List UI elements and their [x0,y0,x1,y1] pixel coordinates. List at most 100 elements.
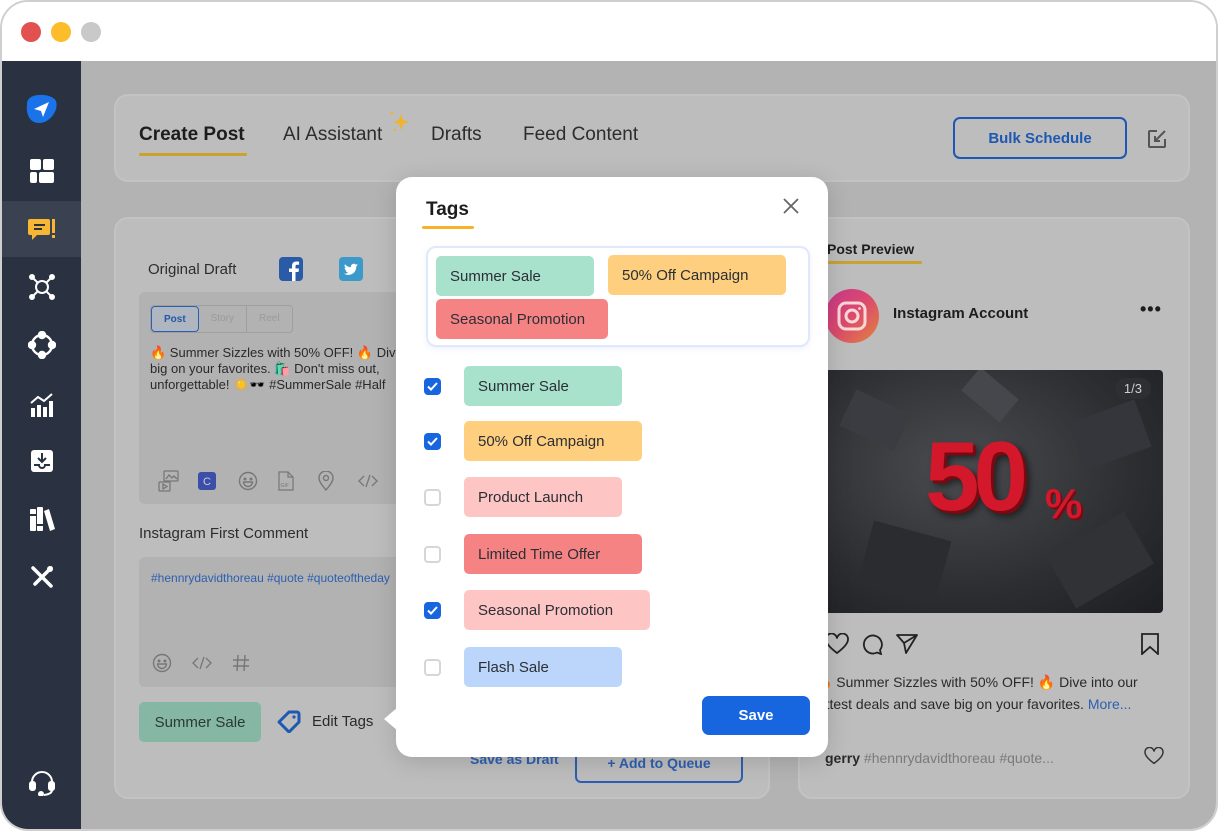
export-icon[interactable] [1146,128,1168,150]
title-bar [2,2,1216,61]
twitter-icon[interactable] [339,257,363,281]
post-text-line: unforgettable! ☀️🕶️ #SummerSale #Half [150,377,386,392]
selected-tags-box[interactable]: Summer Sale 50% Off Campaign Seasonal Pr… [426,246,810,347]
tag-option-row[interactable]: 50% Off Campaign [424,421,684,461]
checkmark-icon [427,436,438,446]
tag-checkbox[interactable] [424,658,441,676]
first-comment-text: #hennrydavidthoreau #quote #quoteoftheda… [151,571,390,585]
sidebar-item-dashboard[interactable] [2,143,81,199]
instagram-icon [837,301,867,331]
code-icon [192,656,212,670]
post-caption: "🔥 Summer Sizzles with 50% OFF! 🔥 Dive i… [810,671,1170,715]
sparkle-icon [390,111,409,132]
post-preview-title: Post Preview [827,241,915,257]
tag-option-chip[interactable]: 50% Off Campaign [464,421,642,461]
gif-button[interactable]: GIF [278,469,318,493]
hashtag-button[interactable] [232,651,272,675]
tab-ai-assistant[interactable]: AI Assistant [283,124,382,146]
tag-checkbox[interactable] [424,488,441,506]
sidebar-item-home[interactable] [2,81,81,137]
window-minimize-button[interactable] [51,22,71,42]
tag-option-chip[interactable]: Limited Time Offer [464,534,642,574]
location-button[interactable] [318,469,358,493]
tools-icon [30,566,53,588]
gif-icon: GIF [278,471,294,491]
tag-option-chip[interactable]: Flash Sale [464,647,622,687]
close-icon[interactable] [782,197,800,215]
sidebar-item-tools[interactable] [2,549,81,605]
tab-drafts[interactable]: Drafts [431,124,482,146]
code-button[interactable] [358,469,398,493]
tag-checkbox[interactable] [424,432,441,450]
post-type-post[interactable]: Post [151,306,199,332]
comment-bubble-icon[interactable] [861,633,883,655]
tag-option-chip[interactable]: Summer Sale [464,366,622,406]
post-type-story[interactable]: Story [199,306,248,332]
facebook-icon[interactable] [279,257,303,281]
sidebar-item-library[interactable] [2,491,81,547]
edit-tags-label: Edit Tags [312,712,374,730]
tag-option-row[interactable]: Product Launch [424,477,684,517]
selected-tag-chip[interactable]: Summer Sale [436,256,594,296]
sidebar-item-compose[interactable] [2,201,81,257]
original-draft-label: Original Draft [148,261,237,278]
tag-option-row[interactable]: Seasonal Promotion [424,590,684,630]
comment-like-icon[interactable] [1144,747,1164,765]
window-maximize-button[interactable] [81,22,101,42]
canva-icon: C [198,472,216,490]
post-text-line: 🔥 Summer Sizzles with 50% OFF! 🔥 Dive [150,345,403,360]
tag-option-chip[interactable]: Seasonal Promotion [464,590,650,630]
canva-button[interactable]: C [198,469,238,493]
current-tag-chip: Summer Sale [139,702,261,742]
send-logo-icon [26,94,57,123]
tag-option-chip[interactable]: Product Launch [464,477,622,517]
location-pin-icon [318,471,334,491]
sidebar-item-support[interactable] [2,755,81,811]
comment-username: gerry [825,750,861,766]
hashtag-icon [233,654,249,672]
comment-emoji-button[interactable] [152,651,192,675]
checkmark-icon [427,381,438,391]
tag-checkbox[interactable] [424,377,441,395]
first-comment-editor[interactable]: #hennrydavidthoreau #quote #quoteoftheda… [139,557,429,687]
bulk-schedule-button[interactable]: Bulk Schedule [953,117,1127,159]
tag-option-row[interactable]: Flash Sale [424,647,684,687]
tag-checkbox[interactable] [424,545,441,563]
media-button[interactable] [158,469,198,493]
selected-tag-chip[interactable]: Seasonal Promotion [436,299,608,339]
tags-title-underline [422,226,474,229]
post-text-line: big on your favorites. 🛍️ Don't miss out… [150,361,380,376]
window-close-button[interactable] [21,22,41,42]
tab-create-post[interactable]: Create Post [139,124,245,146]
more-options-icon[interactable]: ••• [1140,299,1162,320]
sidebar-item-inbox[interactable] [2,433,81,489]
active-tab-indicator [139,153,247,156]
comment-code-button[interactable] [192,651,232,675]
sidebar-item-integrations[interactable] [2,317,81,373]
tag-icon [277,710,301,733]
bookmark-icon[interactable] [1140,633,1160,655]
share-send-icon[interactable] [895,633,919,655]
tags-modal: Tags Summer Sale 50% Off Campaign Season… [384,177,828,757]
tag-option-row[interactable]: Limited Time Offer [424,534,684,574]
post-editor[interactable]: Post Story Reel 🔥 Summer Sizzles with 50… [139,292,429,504]
tag-checkbox[interactable] [424,601,441,619]
app-window: Create Post AI Assistant Drafts Feed Con… [0,0,1218,831]
post-type-reel[interactable]: Reel [247,306,292,332]
image-percent-text: % [1045,480,1083,527]
sidebar-item-network[interactable] [2,259,81,315]
like-heart-icon[interactable] [825,633,849,655]
tag-option-row[interactable]: Summer Sale [424,366,684,406]
save-tags-button[interactable]: Save [702,696,810,735]
modal-pointer [384,707,398,731]
edit-tags-button[interactable]: Edit Tags [276,709,373,733]
sidebar-item-analytics[interactable] [2,377,81,433]
library-icon [29,507,55,531]
tab-feed-content[interactable]: Feed Content [523,124,638,146]
post-text[interactable]: 🔥 Summer Sizzles with 50% OFF! 🔥 Dive bi… [150,345,430,393]
image-shard [839,389,911,451]
selected-tag-chip[interactable]: 50% Off Campaign [608,255,786,295]
caption-more-link[interactable]: More... [1088,696,1132,712]
emoji-button[interactable] [238,469,278,493]
dashboard-icon [29,159,54,183]
